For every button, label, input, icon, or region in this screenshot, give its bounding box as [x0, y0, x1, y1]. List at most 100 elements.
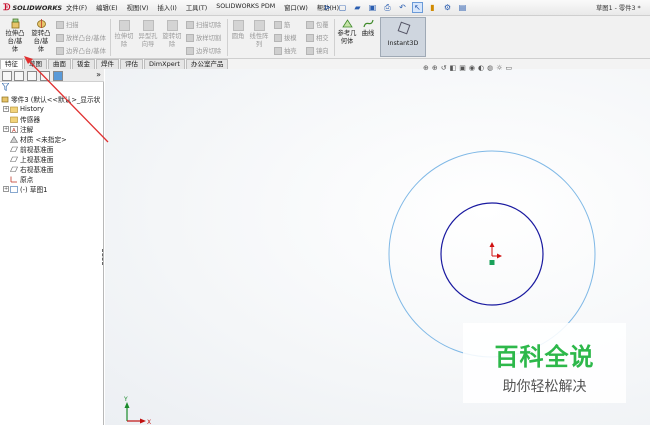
revolve-boss-button[interactable]: 旋转凸 台/基 体: [29, 18, 53, 54]
tree-node-label: 传感器: [20, 116, 41, 124]
mirror-label: 镜向: [316, 48, 329, 55]
new-document-icon[interactable]: ▢: [337, 2, 348, 13]
tab-sketch[interactable]: 草图: [24, 59, 47, 69]
expand-icon[interactable]: +: [3, 106, 9, 112]
tree-item-material[interactable]: 材质 <未指定>: [0, 134, 104, 144]
tree-node-label: 原点: [20, 176, 34, 184]
reference-geometry-label-1: 参考几: [337, 30, 357, 37]
fillet-button[interactable]: 圆角: [229, 20, 247, 41]
tab-weldments[interactable]: 焊件: [96, 59, 119, 69]
curves-button[interactable]: 曲线: [359, 18, 377, 38]
window-title: 草图1 - 零件3 *: [596, 5, 641, 12]
swept-cut-icon: [186, 20, 194, 29]
intersect-label: 相交: [316, 35, 329, 42]
configuration-manager-icon[interactable]: [27, 71, 37, 81]
logo-arrow-icon[interactable]: ▸: [54, 4, 57, 11]
open-icon[interactable]: ▰: [352, 2, 363, 13]
menu-pdm[interactable]: SOLIDWORKS PDM: [216, 3, 275, 12]
tree-node-label: 上视基准面: [20, 156, 54, 164]
tree-item-front-plane[interactable]: 前视基准面: [0, 144, 104, 154]
revolve-cut-button[interactable]: 旋转切 除: [161, 20, 183, 49]
draft-button[interactable]: 拔模: [274, 33, 297, 42]
feature-tree-icon[interactable]: [2, 71, 12, 81]
rib-button[interactable]: 筋: [274, 20, 290, 29]
menu-edit[interactable]: 编辑(E): [96, 3, 118, 12]
extrude-cut-button[interactable]: 拉伸切 除: [113, 20, 135, 49]
tree-item-top-plane[interactable]: 上视基准面: [0, 154, 104, 164]
sweep-icon: [56, 20, 64, 29]
extrude-boss-button[interactable]: 拉伸凸 台/基 体: [3, 18, 27, 54]
boundary-cut-button[interactable]: 边界切除: [186, 46, 221, 55]
expand-panel-icon[interactable]: »: [96, 70, 101, 79]
material-icon: [10, 135, 18, 143]
expand-icon[interactable]: +: [3, 126, 9, 132]
rebuild-icon[interactable]: ▮: [427, 2, 438, 13]
expand-icon[interactable]: +: [3, 186, 9, 192]
sketch-origin-icon[interactable]: [489, 242, 503, 265]
tree-item-origin[interactable]: 原点: [0, 174, 104, 184]
tab-surfaces[interactable]: 曲面: [48, 59, 71, 69]
revolve-boss-label-1: 旋转凸: [31, 30, 51, 37]
options-icon[interactable]: ⚙: [442, 2, 453, 13]
linear-pattern-button[interactable]: 线性阵 列: [248, 20, 270, 49]
tab-sheet-metal[interactable]: 钣金: [72, 59, 95, 69]
tab-features[interactable]: 特征: [0, 59, 23, 69]
instant3d-button[interactable]: Instant3D: [380, 17, 426, 57]
loft-boss-label: 放样凸台/基体: [66, 35, 106, 42]
tree-item-annotations[interactable]: + A 注解: [0, 124, 104, 134]
extrude-boss-label-1: 拉伸凸: [5, 30, 25, 37]
tree-item-right-plane[interactable]: 右视基准面: [0, 164, 104, 174]
extrude-cut-label-1: 拉伸切: [114, 33, 134, 40]
tree-root-part[interactable]: 零件3 (默认<<默认>_显示状: [0, 94, 104, 104]
sweep-button[interactable]: 扫描: [56, 20, 79, 29]
plane-icon: [10, 166, 18, 172]
boundary-boss-button[interactable]: 边界凸台/基体: [56, 46, 106, 55]
loft-boss-button[interactable]: 放样凸台/基体: [56, 33, 106, 42]
wrap-button[interactable]: 包覆: [306, 20, 329, 29]
menu-file[interactable]: 文件(F): [66, 3, 87, 12]
panel-tab-bar: »: [0, 69, 104, 82]
tab-dimxpert[interactable]: DimXpert: [144, 59, 185, 69]
hole-wizard-label-1: 异型孔: [138, 33, 158, 40]
tab-evaluate[interactable]: 评估: [120, 59, 143, 69]
tab-office-products[interactable]: 办公室产品: [185, 59, 229, 69]
filter-icon[interactable]: [1, 82, 10, 92]
lofted-cut-label: 放样切割: [196, 35, 222, 42]
draft-icon: [274, 33, 282, 42]
wrap-label: 包覆: [316, 22, 329, 29]
menu-insert[interactable]: 插入(I): [157, 3, 176, 12]
tree-item-sensors[interactable]: 传感器: [0, 114, 104, 124]
shell-icon: [274, 46, 282, 55]
undo-icon[interactable]: ↶: [397, 2, 408, 13]
intersect-button[interactable]: 相交: [306, 33, 329, 42]
dimxpert-manager-icon[interactable]: [40, 71, 50, 81]
plane-icon: [10, 146, 18, 152]
pin-icon[interactable]: ⊳: [322, 2, 333, 13]
reference-geometry-button[interactable]: 参考几 何体: [336, 18, 358, 46]
display-manager-icon[interactable]: [53, 71, 63, 81]
linear-pattern-label-2: 列: [255, 41, 263, 48]
mirror-button[interactable]: 镜向: [306, 46, 329, 55]
triad-y-label: Y: [123, 396, 128, 403]
menu-view[interactable]: 视图(V): [127, 3, 149, 12]
lofted-cut-button[interactable]: 放样切割: [186, 33, 221, 42]
select-icon[interactable]: ↖: [412, 2, 423, 13]
watermark-title: 百科全说: [494, 343, 595, 371]
print-icon[interactable]: ⎙: [382, 2, 393, 13]
file-properties-icon[interactable]: ▤: [457, 2, 468, 13]
tree-item-sketch1[interactable]: + (-) 草图1: [0, 184, 104, 194]
property-manager-icon[interactable]: [14, 71, 24, 81]
shell-button[interactable]: 抽壳: [274, 46, 297, 55]
reference-geometry-label-2: 何体: [340, 38, 354, 45]
tree-item-history[interactable]: + History: [0, 104, 104, 114]
menu-tools[interactable]: 工具(T): [186, 3, 207, 12]
title-bar: ᗫ SOLIDWORKS ▸ 文件(F) 编辑(E) 视图(V) 插入(I) 工…: [0, 0, 650, 16]
tree-node-label: (-) 草图1: [20, 186, 48, 194]
intersect-icon: [306, 33, 314, 42]
quick-access-toolbar: ⊳ ▢ ▰ ▣ ⎙ ↶ ↖ ▮ ⚙ ▤: [322, 2, 468, 13]
save-icon[interactable]: ▣: [367, 2, 378, 13]
swept-cut-button[interactable]: 扫描切除: [186, 20, 221, 29]
hole-wizard-button[interactable]: 异型孔 向导: [136, 20, 160, 49]
menu-window[interactable]: 窗口(W): [284, 3, 308, 12]
linear-pattern-icon: [253, 20, 265, 31]
